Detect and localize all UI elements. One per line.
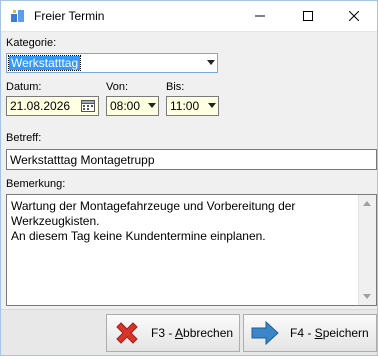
calendar-button[interactable] [79, 98, 97, 114]
von-value: 08:00 [110, 99, 141, 113]
calendar-icon [81, 100, 95, 112]
datum-value: 21.08.2026 [10, 99, 71, 113]
maximize-button[interactable] [285, 1, 331, 31]
scroll-up-icon[interactable] [363, 201, 371, 206]
kategorie-selected-value: Werkstatttag [7, 55, 82, 71]
window-title: Freier Termin [34, 9, 105, 23]
betreff-value: Werkstatttag Montagetrupp [10, 153, 155, 167]
title-bar: Freier Termin [1, 1, 377, 32]
app-icon [11, 10, 24, 22]
vertical-scrollbar[interactable] [358, 195, 376, 305]
von-label: Von: [106, 81, 129, 93]
chevron-down-icon[interactable] [207, 60, 215, 65]
bemerkung-line: Wartung der Montagefahrzeuge und Vorbere… [11, 199, 296, 213]
button-bar: F3 - Abbrechen F4 - Speichern [1, 309, 377, 355]
von-time-dropdown[interactable]: 08:00 [106, 96, 159, 116]
datum-field[interactable]: 21.08.2026 [6, 96, 99, 116]
scroll-down-icon[interactable] [363, 294, 371, 299]
datum-label: Datum: [6, 81, 42, 93]
betreff-label: Betreff: [6, 132, 42, 144]
freier-termin-dialog: Freier Termin Kategorie: Werkstatttag Da… [0, 0, 378, 356]
bemerkung-label: Bemerkung: [6, 178, 66, 190]
bemerkung-textarea[interactable]: Wartung der Montagefahrzeuge und Vorbere… [6, 194, 377, 306]
bis-value: 11:00 [170, 99, 200, 113]
arrow-right-icon [251, 320, 279, 346]
red-x-icon [116, 322, 138, 344]
bemerkung-line: An diesem Tag keine Kundentermine einpla… [11, 229, 266, 243]
maximize-icon [303, 11, 313, 21]
bemerkung-line: Werkzeugkisten. [11, 214, 100, 228]
cancel-button[interactable]: F3 - Abbrechen [106, 314, 240, 352]
close-icon [349, 11, 359, 21]
bis-label: Bis: [166, 81, 185, 93]
close-button[interactable] [331, 1, 377, 31]
kategorie-dropdown[interactable]: Werkstatttag [6, 53, 218, 73]
cancel-button-label: F3 - Abbrechen [151, 326, 234, 340]
kategorie-label: Kategorie: [6, 37, 57, 49]
bis-time-dropdown[interactable]: 11:00 [166, 96, 219, 116]
chevron-down-icon[interactable] [148, 103, 156, 108]
minimize-button[interactable] [237, 1, 283, 31]
betreff-input[interactable]: Werkstatttag Montagetrupp [6, 149, 377, 170]
minimize-icon [255, 15, 265, 17]
chevron-down-icon[interactable] [208, 103, 216, 108]
save-button[interactable]: F4 - Speichern [243, 314, 377, 352]
save-button-label: F4 - Speichern [290, 326, 369, 340]
